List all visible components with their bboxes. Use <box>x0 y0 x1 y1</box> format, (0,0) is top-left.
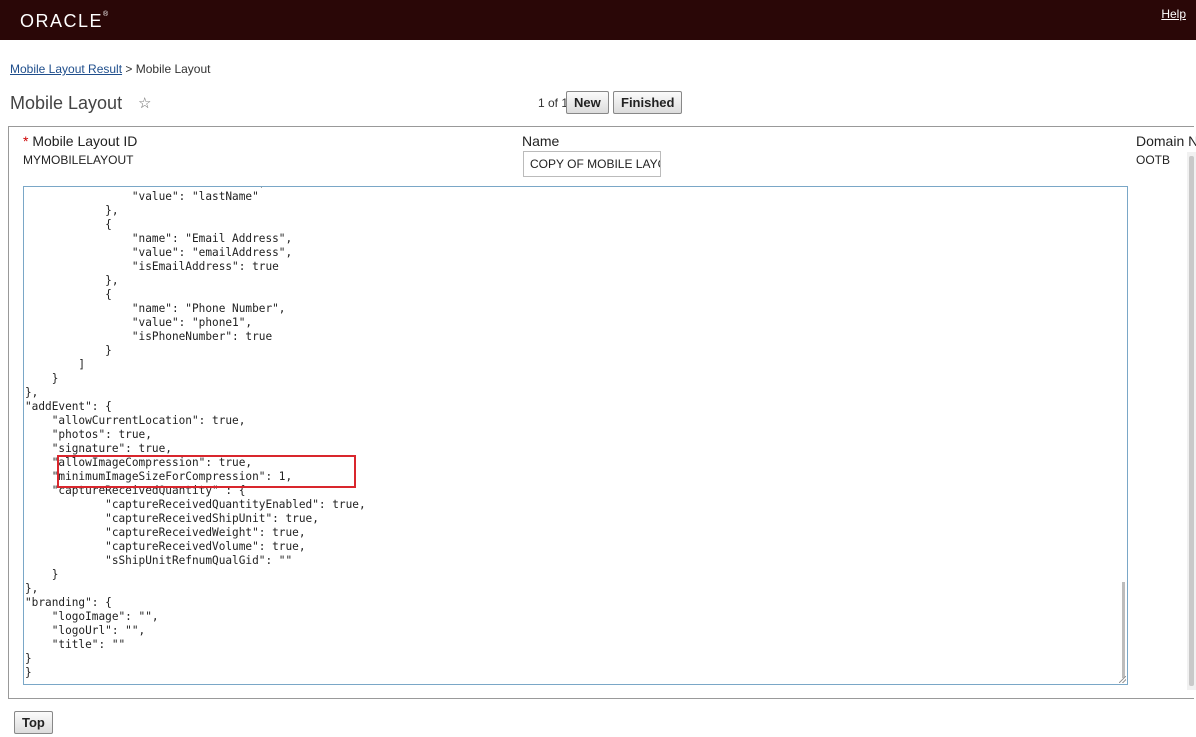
oracle-logo: ORACLE® <box>20 11 109 31</box>
help-link[interactable]: Help <box>1161 7 1186 21</box>
page-scrollbar-thumb[interactable] <box>1189 156 1194 686</box>
layout-id-value: MYMOBILELAYOUT <box>23 153 134 167</box>
page-title: Mobile Layout <box>10 93 123 113</box>
layout-id-label: * Mobile Layout ID <box>23 133 138 149</box>
star-icon[interactable]: ☆ <box>138 94 151 112</box>
breadcrumb-link-mobile-layout-result[interactable]: Mobile Layout Result <box>10 62 122 76</box>
breadcrumb-current: Mobile Layout <box>135 62 211 76</box>
breadcrumb-separator: > <box>125 62 133 76</box>
name-label: Name <box>522 133 560 149</box>
editor-scrollbar[interactable] <box>1122 582 1125 678</box>
new-button[interactable]: New <box>566 91 609 114</box>
layout-json-editor[interactable]: "name": "Last Name", "value": "lastName"… <box>23 186 1128 685</box>
domain-label: Domain N <box>1136 133 1196 149</box>
breadcrumb: Mobile Layout Result > Mobile Layout <box>10 62 210 76</box>
header-bar: ORACLE® Help <box>0 0 1196 40</box>
finished-button[interactable]: Finished <box>613 91 683 114</box>
domain-value: OOTB <box>1136 153 1171 167</box>
page-scrollbar[interactable] <box>1187 152 1196 690</box>
pager-text: 1 of 1 <box>538 96 569 110</box>
top-button[interactable]: Top <box>14 711 53 734</box>
resize-grip-icon[interactable] <box>1119 676 1126 683</box>
json-code: "name": "Last Name", "value": "lastName"… <box>25 187 366 679</box>
name-input[interactable]: COPY OF MOBILE LAYOUT <box>523 151 661 177</box>
